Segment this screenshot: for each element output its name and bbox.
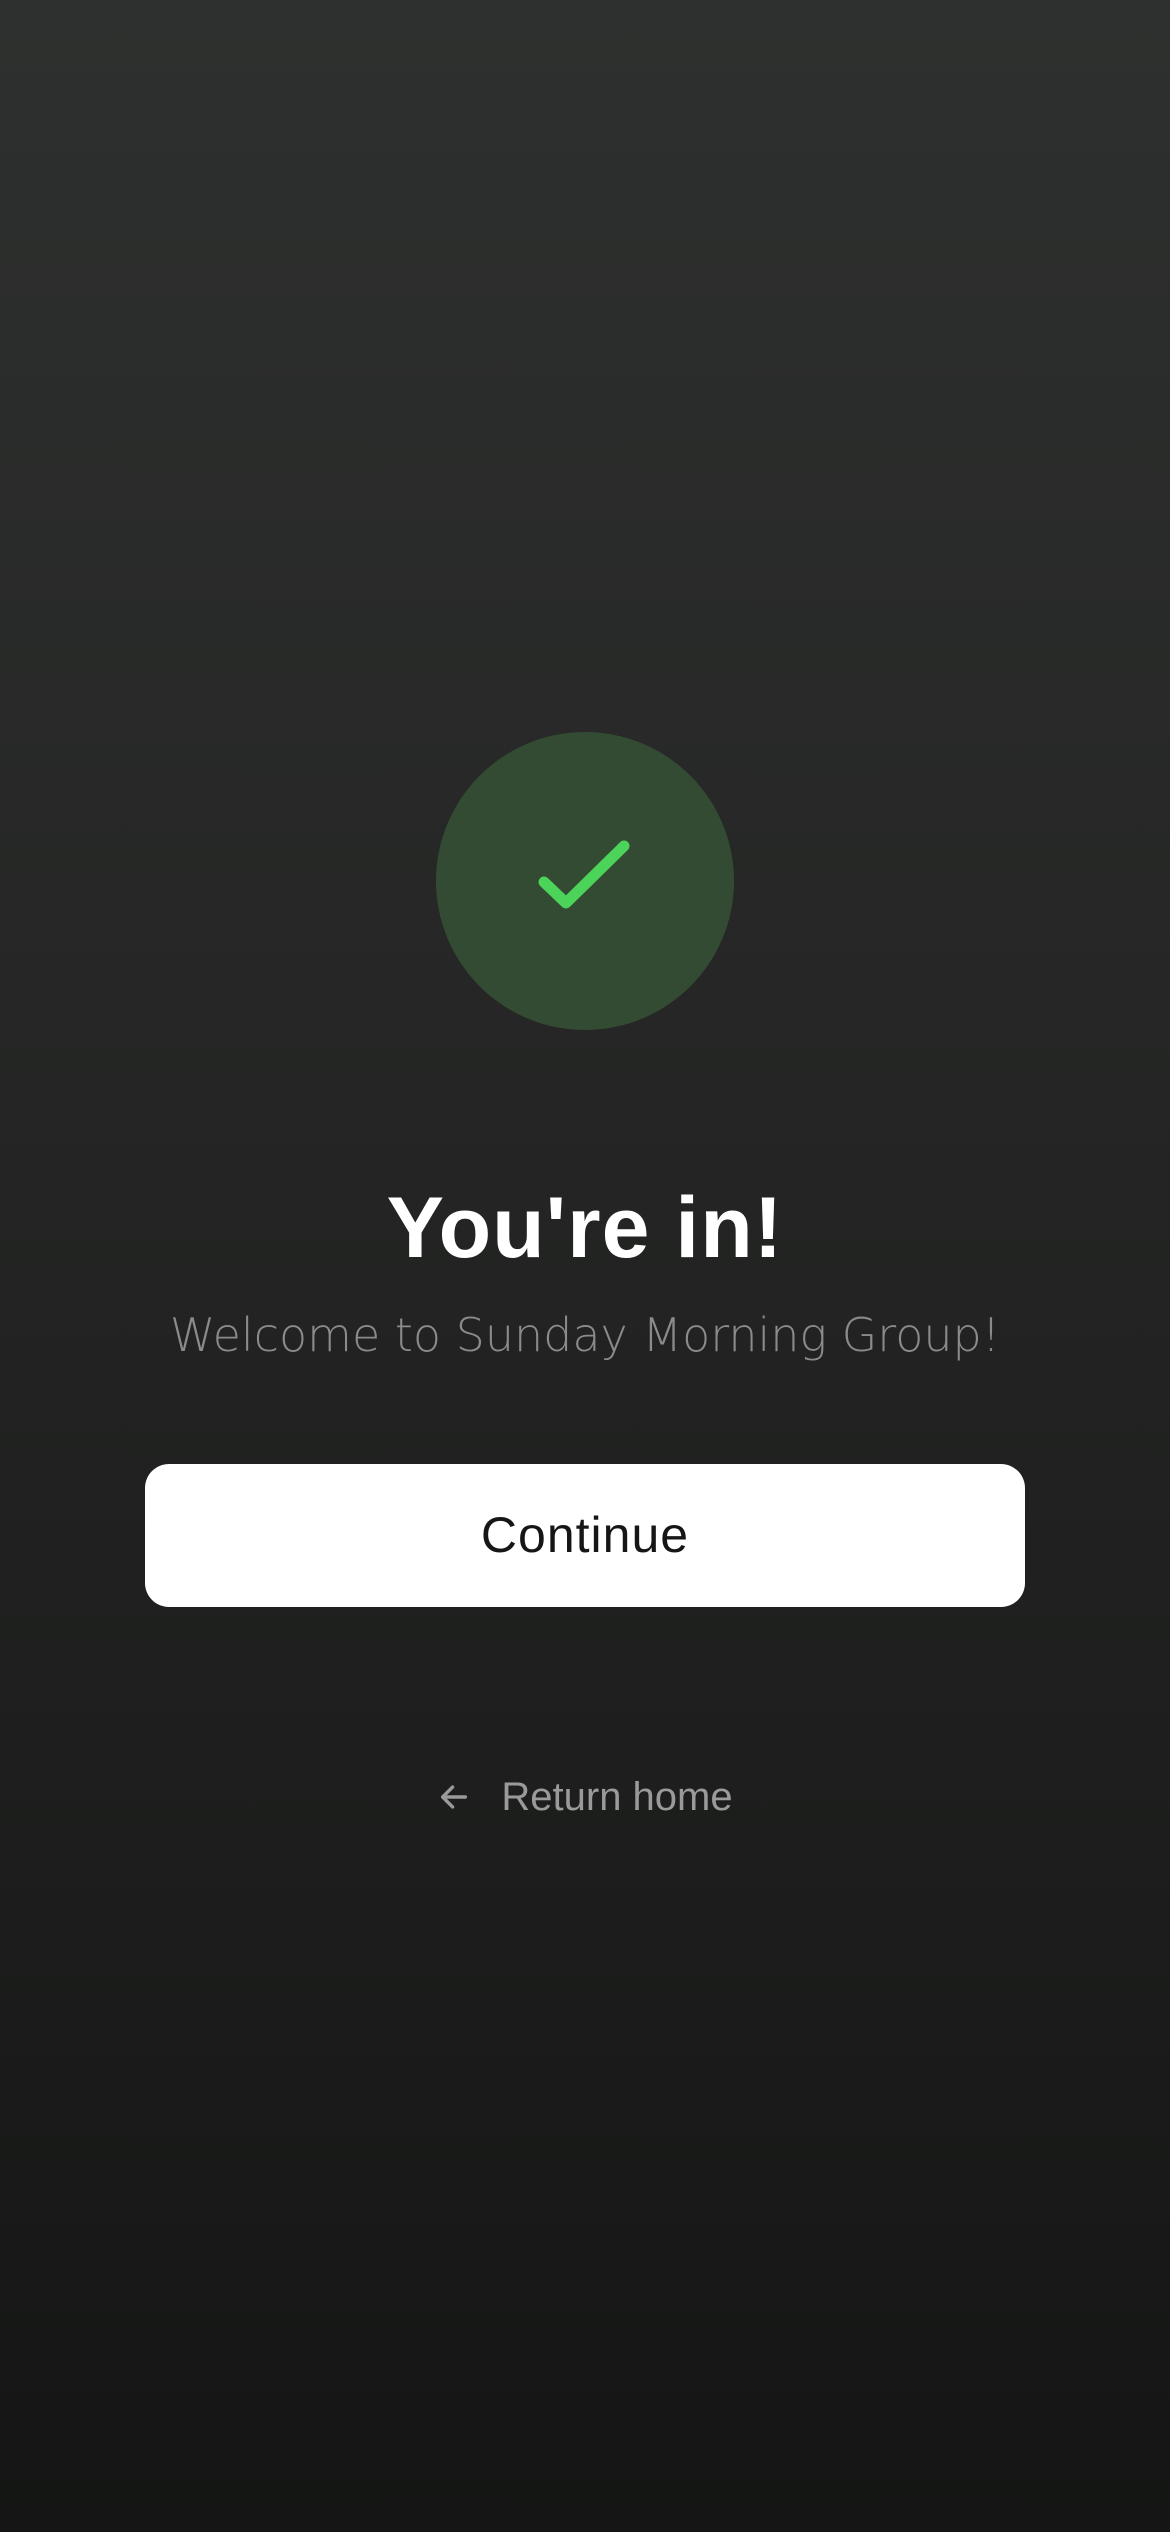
welcome-subtitle: Welcome to Sunday Morning Group! (169, 1308, 1001, 1362)
arrow-left-icon (441, 1785, 468, 1809)
success-badge (436, 732, 734, 1030)
continue-button[interactable]: Continue (145, 1464, 1025, 1607)
page-title: You're in! (386, 1180, 784, 1276)
checkmark-icon (538, 840, 630, 909)
return-home-link[interactable]: Return home (0, 1767, 1170, 1827)
return-home-label: Return home (501, 1774, 733, 1819)
